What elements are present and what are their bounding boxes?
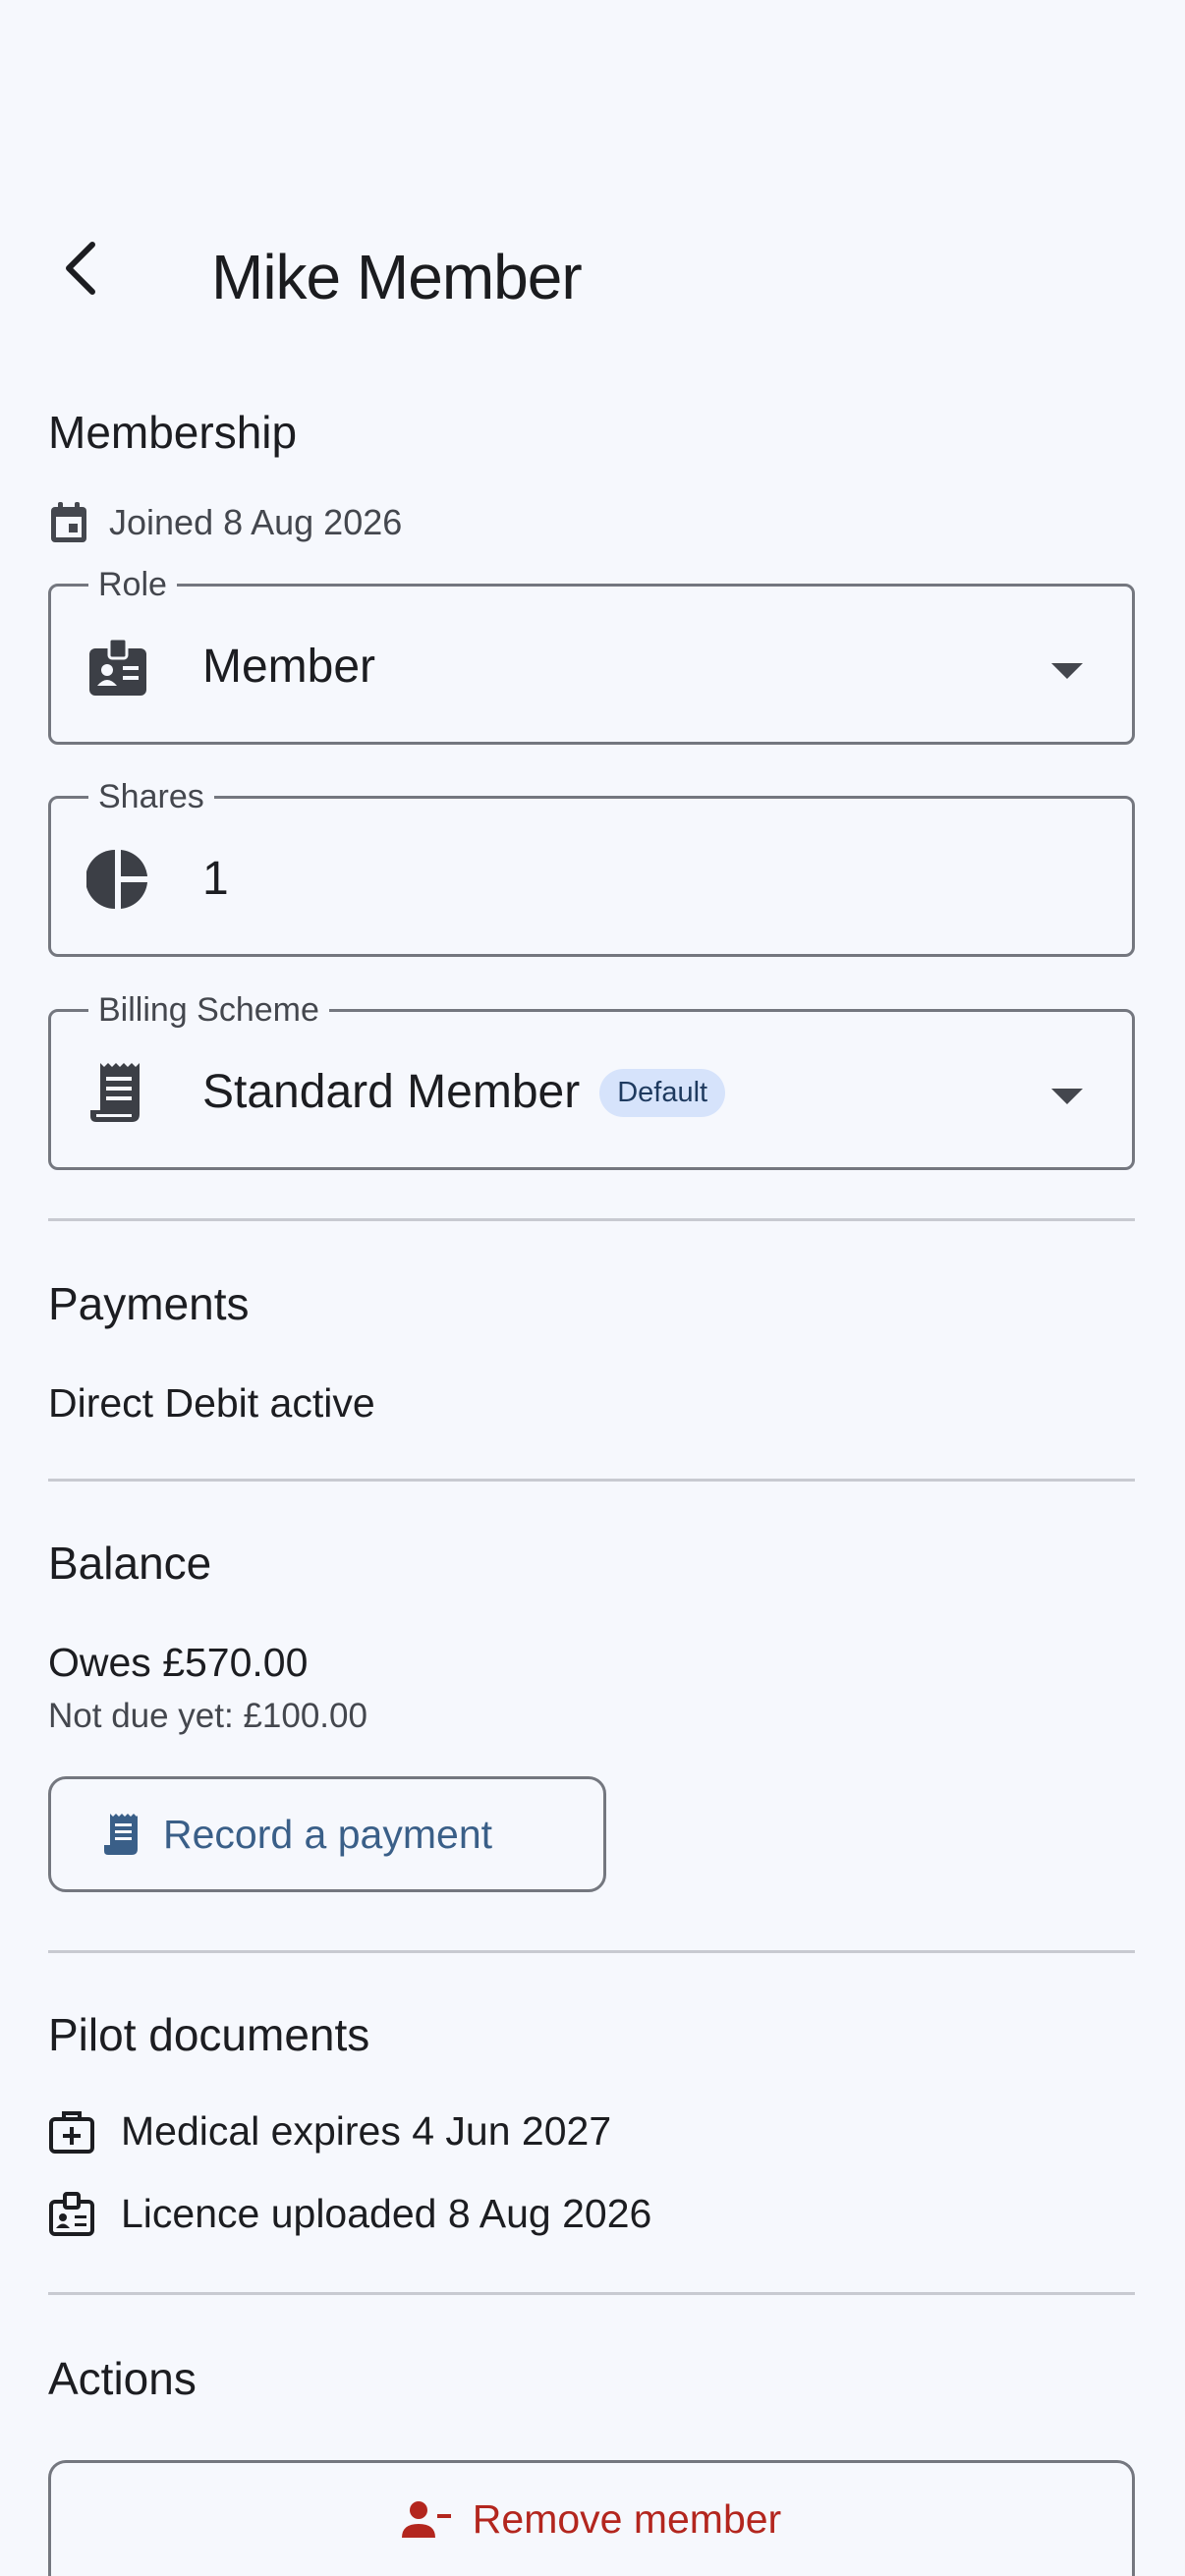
badge-icon: [86, 636, 149, 699]
role-label: Role: [88, 565, 177, 604]
record-payment-button[interactable]: Record a payment: [48, 1776, 606, 1892]
arrow-back-icon: [66, 242, 95, 295]
medical-case-icon: [49, 2110, 94, 2154]
billing-scheme-text: Standard Member: [202, 1066, 581, 1118]
divider: [48, 1218, 1135, 1221]
medical-text: Medical expires 4 Jun 2027: [121, 2108, 612, 2154]
billing-scheme-value: Standard Member Default: [202, 1066, 726, 1119]
back-button[interactable]: [39, 226, 124, 310]
role-value: Member: [202, 641, 376, 693]
dropdown-arrow-icon: [1051, 663, 1083, 679]
remove-member-button[interactable]: Remove member: [48, 2460, 1135, 2576]
payments-status: Direct Debit active: [48, 1380, 375, 1426]
calendar-icon: [51, 502, 86, 542]
pie-chart-icon: [86, 848, 149, 911]
medical-row: Medical expires 4 Jun 2027: [48, 2108, 611, 2155]
balance-owes: Owes £570.00: [48, 1640, 309, 1685]
membership-heading: Membership: [48, 407, 298, 458]
remove-member-label: Remove member: [472, 2496, 782, 2542]
role-dropdown[interactable]: Role Member: [48, 565, 1135, 745]
id-badge-icon: [49, 2191, 94, 2236]
divider: [48, 1950, 1135, 1953]
receipt-icon: [86, 1061, 149, 1124]
page-title: Mike Member: [211, 242, 583, 312]
divider: [48, 2292, 1135, 2295]
joined-text: Joined 8 Aug 2026: [109, 502, 403, 542]
actions-heading: Actions: [48, 2353, 197, 2404]
shares-field[interactable]: Shares 1: [48, 777, 1135, 957]
joined-date: Joined 8 Aug 2026: [48, 501, 402, 544]
shares-label: Shares: [88, 777, 214, 816]
receipt-icon: [104, 1814, 138, 1855]
licence-text: Licence uploaded 8 Aug 2026: [121, 2191, 652, 2236]
record-payment-label: Record a payment: [163, 1811, 493, 1857]
payments-heading: Payments: [48, 1278, 250, 1329]
shares-value: 1: [202, 853, 229, 905]
person-remove-icon: [401, 2500, 451, 2538]
divider: [48, 1479, 1135, 1482]
top-app-bar: Mike Member: [0, 216, 1185, 314]
billing-scheme-dropdown[interactable]: Billing Scheme Standard Member Default: [48, 990, 1135, 1170]
balance-not-due: Not due yet: £100.00: [48, 1697, 367, 1735]
billing-scheme-label: Billing Scheme: [88, 990, 329, 1030]
default-badge: Default: [599, 1068, 726, 1117]
dropdown-arrow-icon: [1051, 1089, 1083, 1104]
balance-heading: Balance: [48, 1538, 212, 1589]
pilot-documents-heading: Pilot documents: [48, 2009, 370, 2060]
licence-row: Licence uploaded 8 Aug 2026: [48, 2191, 651, 2237]
